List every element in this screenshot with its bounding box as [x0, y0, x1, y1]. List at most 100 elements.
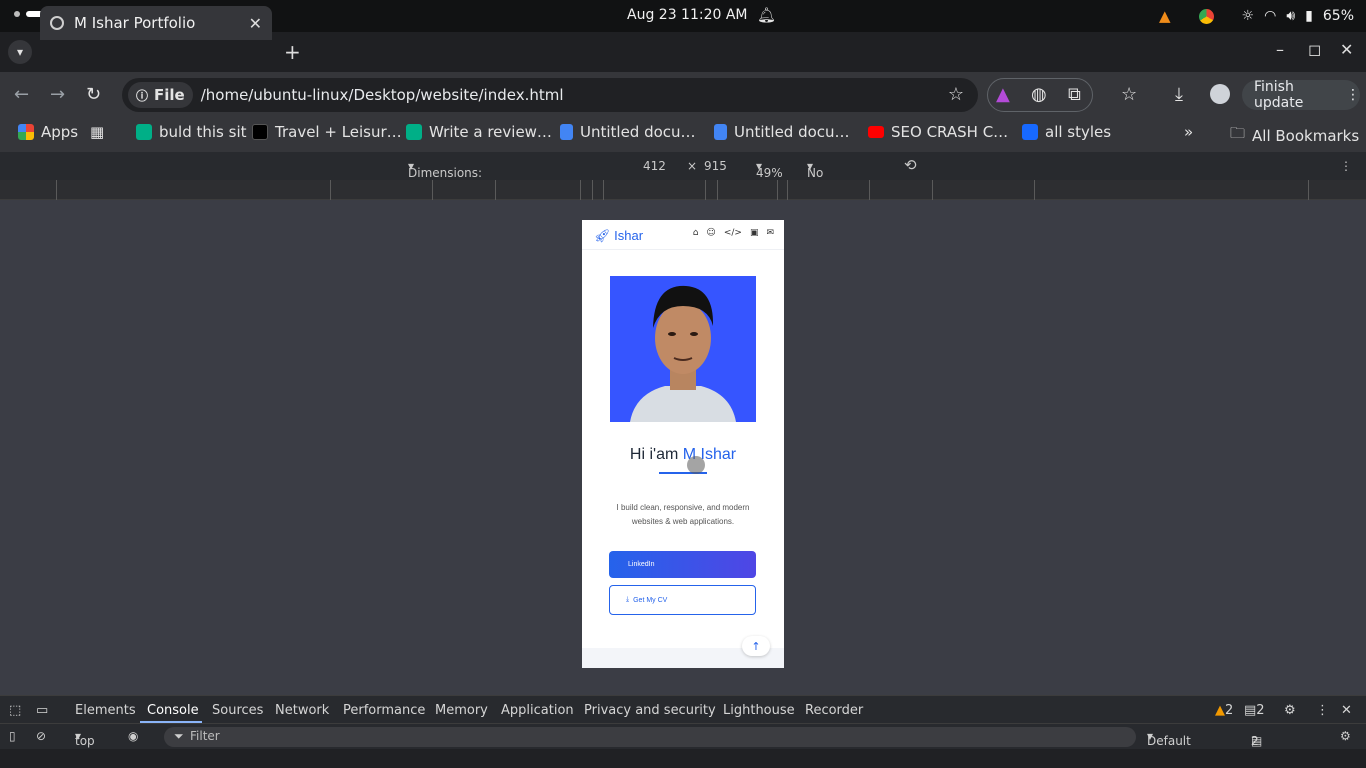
maximize-button[interactable]: ◻ — [1308, 40, 1321, 59]
menu-dots-icon: ⋮ — [1346, 87, 1360, 103]
warnings-count: 2 — [1225, 703, 1234, 718]
download-icon[interactable]: ⤓ — [1175, 84, 1183, 105]
tab-network[interactable]: Network — [275, 703, 329, 718]
log-levels-dropdown[interactable]: Default levels ▾ — [1147, 729, 1191, 762]
home-icon[interactable]: ⌂ — [693, 228, 699, 238]
back-button[interactable]: ← — [14, 84, 29, 105]
warning-icon: ▲ — [1215, 703, 1225, 718]
vlc-icon[interactable]: ▲ — [1159, 7, 1171, 25]
system-clock[interactable]: Aug 23 11:20 AM — [627, 7, 748, 23]
context-selector[interactable]: top ▾ — [75, 729, 95, 748]
site-info-label: File — [154, 86, 185, 104]
clear-console-icon[interactable]: ⊘ — [36, 729, 46, 743]
rotate-icon[interactable]: ⟲ — [904, 156, 917, 174]
profile-avatar[interactable] — [1210, 84, 1230, 109]
tab-privacy-security[interactable]: Privacy and security — [584, 703, 716, 718]
briefcase-icon[interactable]: ▣ — [750, 228, 759, 238]
console-toolbar: ▯ ⊘ top ▾ ◉ ⏷ Filter Default levels ▾ 2 … — [0, 723, 1366, 762]
warnings-counter[interactable]: ▲2 — [1215, 703, 1233, 718]
minimize-button[interactable]: – — [1276, 40, 1284, 59]
system-tray[interactable]: ▲ ☼ ◠ 🔊︎ ▮ 65% — [1159, 7, 1354, 25]
code-icon[interactable]: </> — [724, 228, 742, 238]
sidebar-toggle-icon[interactable]: ▯ — [9, 729, 16, 743]
site-header: 🚀︎ Ishar ⌂ ☺ </> ▣ ✉ — [582, 220, 784, 250]
tab-groups-button[interactable]: ▦ — [90, 123, 104, 141]
bookmark-item[interactable]: SEO CRASH C… — [868, 123, 1008, 141]
close-icon[interactable]: ✕ — [249, 14, 262, 33]
bookmark-item[interactable]: Untitled docu… — [714, 123, 850, 141]
device-dimensions-dropdown[interactable]: Dimensions: Samsung Galaxy S20 Ultra ▾ — [408, 159, 482, 222]
globe-icon — [50, 16, 64, 30]
chrome-icon[interactable] — [1198, 8, 1214, 24]
tab-performance[interactable]: Performance — [343, 703, 425, 718]
touch-cursor — [687, 456, 705, 474]
get-cv-button[interactable]: ⤓ Get My CV — [609, 585, 756, 615]
bell-icon[interactable]: 🔔︎ — [757, 6, 776, 24]
extensions-puzzle-icon[interactable]: ⧉ — [1068, 84, 1081, 105]
grid-icon: ▦ — [90, 123, 105, 141]
width-input[interactable]: 412 — [643, 159, 666, 173]
devtools-menu-icon[interactable]: ⋮ — [1316, 703, 1329, 718]
bookmark-item[interactable]: Write a review… — [406, 123, 552, 141]
behance-icon — [1022, 124, 1038, 140]
new-tab-button[interactable]: + — [284, 40, 301, 64]
scroll-to-top-button[interactable]: ↑ — [742, 636, 770, 656]
devtools-settings-icon[interactable]: ⚙ — [1284, 703, 1296, 718]
site-info-chip[interactable]: ⓘ File — [128, 82, 193, 108]
finish-update-button[interactable]: Finish update ⋮ — [1242, 79, 1360, 111]
console-output[interactable] — [0, 749, 1366, 768]
tab-memory[interactable]: Memory — [435, 703, 488, 718]
bookmark-label: Travel + Leisur… — [275, 123, 402, 141]
bookmark-item[interactable]: Travel + Leisur… — [252, 123, 402, 141]
devtools-close-icon[interactable]: ✕ — [1341, 703, 1352, 718]
console-filter-input[interactable]: ⏷ Filter — [164, 727, 1136, 747]
tab-sources[interactable]: Sources — [212, 703, 263, 718]
tab-elements[interactable]: Elements — [75, 703, 136, 718]
bookmarks-star-icon[interactable]: ☆ — [1121, 84, 1137, 105]
battery-icon: ▮ — [1305, 8, 1313, 24]
message-icon: ▤ — [1244, 703, 1257, 718]
tab-portfolio[interactable]: M Ishar Portfolio ✕ — [40, 6, 272, 40]
tab-lighthouse[interactable]: Lighthouse — [723, 703, 795, 718]
volume-icon: 🔊︎ — [1286, 8, 1296, 24]
extension-globe-icon[interactable]: ◍ — [1031, 84, 1047, 105]
tab-recorder[interactable]: Recorder — [805, 703, 863, 718]
address-bar[interactable]: ⓘ File /home/ubuntu-linux/Desktop/websit… — [122, 78, 978, 112]
linkedin-label: LinkedIn — [628, 561, 655, 568]
more-bookmarks-button[interactable]: » — [1184, 123, 1193, 141]
bookmark-star-icon[interactable]: ☆ — [948, 84, 964, 105]
linkedin-button[interactable]: LinkedIn — [609, 551, 756, 578]
bookmark-item[interactable]: Untitled docu… — [560, 123, 696, 141]
inspect-element-icon[interactable]: ⬚ — [9, 703, 21, 718]
bookmark-item[interactable]: all styles — [1022, 123, 1111, 141]
apps-grid-icon — [18, 124, 34, 140]
height-input[interactable]: 915 — [704, 159, 727, 173]
throttling-dropdown[interactable]: No throttling ▾ — [807, 159, 863, 194]
wifi-icon: ◠ — [1264, 8, 1277, 24]
context-label: top — [75, 734, 95, 748]
filter-placeholder: Filter — [190, 729, 220, 743]
window-close-button[interactable]: ✕ — [1340, 40, 1353, 59]
user-icon[interactable]: ☺ — [706, 228, 715, 238]
bookmark-item[interactable]: buld this sit — [136, 123, 247, 141]
finish-update-label: Finish update — [1254, 79, 1304, 111]
extension-triangle-icon[interactable]: ▲ — [996, 84, 1010, 105]
site-logo[interactable]: 🚀︎ Ishar — [594, 228, 643, 244]
reload-button[interactable]: ↻ — [86, 84, 101, 105]
live-expression-eye-icon[interactable]: ◉ — [128, 729, 138, 743]
messages-counter[interactable]: ▤2 — [1244, 703, 1265, 718]
bookmark-apps[interactable]: Apps — [18, 123, 78, 141]
media-query-ruler[interactable] — [0, 180, 1366, 200]
device-toggle-icon[interactable]: ▭ — [36, 703, 48, 718]
console-settings-icon[interactable]: ⚙ — [1340, 729, 1351, 743]
forward-button[interactable]: → — [50, 84, 65, 105]
more-options-icon[interactable]: ⋮ — [1340, 159, 1352, 173]
tab-search-button[interactable]: ▾ — [8, 40, 32, 64]
times-label: × — [687, 159, 698, 173]
url-text[interactable]: /home/ubuntu-linux/Desktop/website/index… — [201, 86, 564, 104]
tab-application[interactable]: Application — [501, 703, 574, 718]
tab-console[interactable]: Console — [147, 703, 199, 718]
all-bookmarks-button[interactable]: 🗀︎ All Bookmarks — [1230, 123, 1359, 148]
mail-icon[interactable]: ✉ — [766, 228, 774, 238]
zoom-dropdown[interactable]: 49% ▾ — [756, 159, 783, 180]
